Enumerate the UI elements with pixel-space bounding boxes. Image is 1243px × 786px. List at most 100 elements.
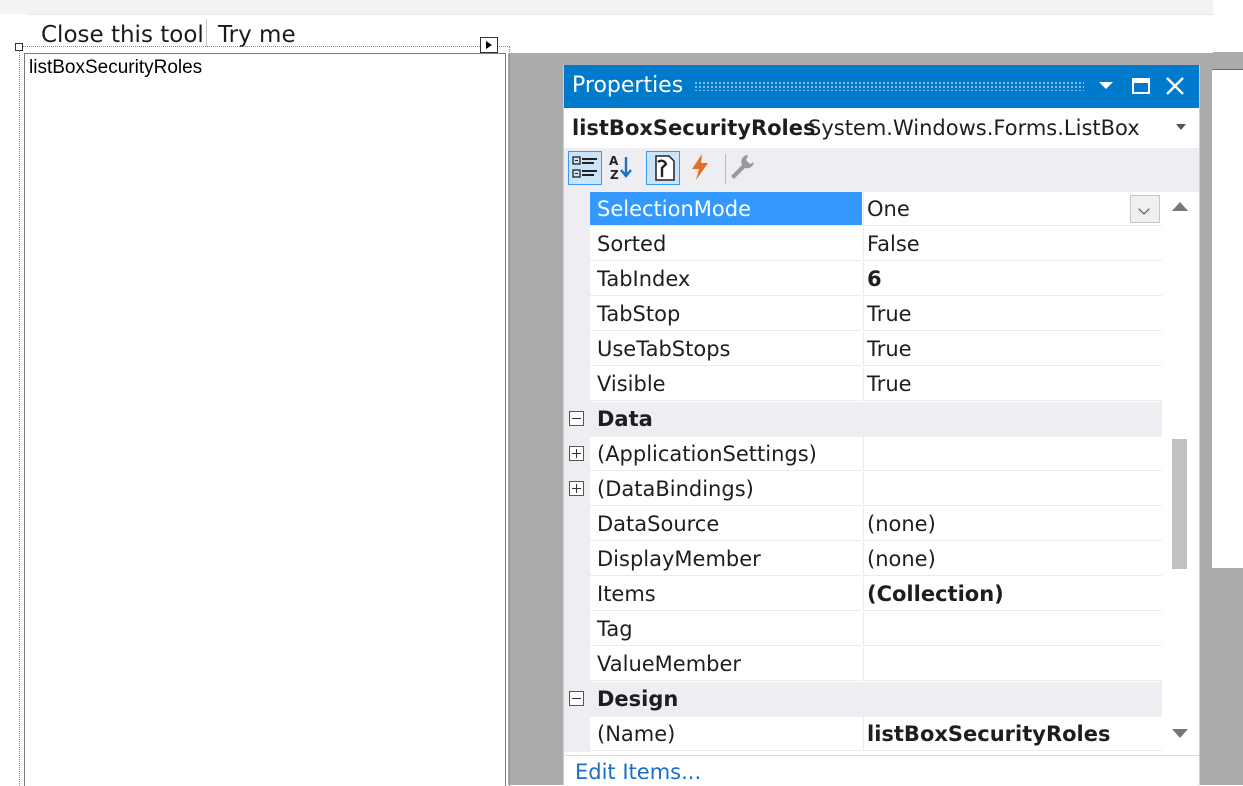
events-icon[interactable] <box>684 151 718 185</box>
property-name[interactable]: Visible <box>590 367 862 401</box>
divider <box>1212 69 1243 70</box>
property-name[interactable]: ValueMember <box>590 647 862 681</box>
property-row-applicationsettings[interactable]: (ApplicationSettings) <box>564 437 1162 472</box>
smart-tag-button[interactable] <box>480 37 498 53</box>
row-gutter <box>564 297 590 332</box>
maximize-icon[interactable] <box>1127 72 1155 100</box>
property-row-databindings[interactable]: (DataBindings) <box>564 472 1162 507</box>
scroll-thumb[interactable] <box>1172 439 1187 569</box>
property-name[interactable]: Items <box>590 577 862 611</box>
row-gutter <box>564 682 590 717</box>
property-row-selectionmode[interactable]: SelectionMode One <box>564 192 1162 227</box>
top-strip <box>0 0 1213 14</box>
svg-text:Z: Z <box>610 168 619 182</box>
row-gutter <box>564 542 590 577</box>
commands-pane: Edit Items... <box>564 755 1199 786</box>
collapse-icon[interactable] <box>569 411 584 426</box>
property-grid-scrollbar[interactable] <box>1168 198 1192 758</box>
property-grid: SelectionMode One Sorted False TabIndex … <box>564 192 1164 752</box>
title-grip <box>694 81 1084 91</box>
form-edge <box>1212 70 1243 568</box>
alphabetical-icon[interactable]: A Z <box>606 151 640 185</box>
row-gutter <box>564 647 590 682</box>
property-value[interactable]: (Collection) <box>863 577 1162 611</box>
property-name[interactable]: TabIndex <box>590 262 862 296</box>
property-pages-icon[interactable] <box>726 151 760 185</box>
object-selector[interactable]: listBoxSecurityRoles System.Windows.Form… <box>564 108 1199 148</box>
row-gutter <box>564 192 590 227</box>
properties-icon[interactable] <box>646 151 680 185</box>
property-value[interactable]: False <box>863 227 1162 261</box>
scroll-up-icon[interactable] <box>1172 202 1188 211</box>
property-value[interactable] <box>863 647 1162 681</box>
properties-toolbar: A Z <box>564 148 1199 192</box>
property-name[interactable]: (DataBindings) <box>590 472 862 506</box>
edit-items-link[interactable]: Edit Items... <box>575 760 701 784</box>
property-name[interactable]: TabStop <box>590 297 862 331</box>
property-value[interactable]: One <box>863 192 1162 226</box>
category-label: Design <box>590 682 1162 717</box>
row-gutter <box>564 437 590 472</box>
property-value[interactable]: True <box>863 332 1162 366</box>
expand-icon[interactable] <box>569 481 584 496</box>
category-label: Data <box>590 402 1162 437</box>
property-row-usetabstops[interactable]: UseTabStops True <box>564 332 1162 367</box>
property-value[interactable]: 6 <box>863 262 1162 296</box>
collapse-icon[interactable] <box>569 691 584 706</box>
property-row-name[interactable]: (Name) listBoxSecurityRoles <box>564 717 1162 752</box>
chevron-down-icon[interactable] <box>1176 124 1186 130</box>
property-row-items[interactable]: Items (Collection) <box>564 577 1162 612</box>
property-name[interactable]: Tag <box>590 612 862 646</box>
category-data[interactable]: Data <box>564 402 1162 437</box>
property-name[interactable]: SelectionMode <box>590 192 862 226</box>
svg-text:A: A <box>609 154 619 168</box>
object-name: listBoxSecurityRoles <box>572 116 816 140</box>
property-value[interactable]: (none) <box>863 507 1162 541</box>
row-gutter <box>564 472 590 507</box>
property-name[interactable]: DisplayMember <box>590 542 862 576</box>
property-row-tag[interactable]: Tag <box>564 612 1162 647</box>
try-me-button[interactable]: Try me <box>218 21 296 49</box>
row-gutter <box>564 612 590 647</box>
property-name[interactable]: Sorted <box>590 227 862 261</box>
property-row-sorted[interactable]: Sorted False <box>564 227 1162 262</box>
property-value[interactable] <box>863 612 1162 646</box>
property-name[interactable]: UseTabStops <box>590 332 862 366</box>
row-gutter <box>564 577 590 612</box>
categorized-icon[interactable] <box>568 151 602 185</box>
close-tool-button[interactable]: Close this tool <box>41 21 204 49</box>
toolstrip-separator <box>206 19 207 47</box>
property-row-valuemember[interactable]: ValueMember <box>564 647 1162 682</box>
property-row-tabindex[interactable]: TabIndex 6 <box>564 262 1162 297</box>
property-value[interactable]: (none) <box>863 542 1162 576</box>
resize-handle[interactable] <box>15 43 23 51</box>
dropdown-arrow-icon[interactable] <box>1092 72 1120 100</box>
close-icon[interactable] <box>1161 72 1189 100</box>
property-name[interactable]: DataSource <box>590 507 862 541</box>
row-gutter <box>564 367 590 402</box>
property-name[interactable]: (ApplicationSettings) <box>590 437 862 471</box>
category-design[interactable]: Design <box>564 682 1162 717</box>
expand-icon[interactable] <box>569 446 584 461</box>
property-value[interactable]: listBoxSecurityRoles <box>863 717 1162 751</box>
chevron-down-icon[interactable] <box>1130 195 1160 223</box>
property-row-tabstop[interactable]: TabStop True <box>564 297 1162 332</box>
row-gutter <box>564 262 590 297</box>
row-gutter <box>564 332 590 367</box>
row-gutter <box>564 507 590 542</box>
property-row-visible[interactable]: Visible True <box>564 367 1162 402</box>
property-row-displaymember[interactable]: DisplayMember (none) <box>564 542 1162 577</box>
listbox-security-roles[interactable]: listBoxSecurityRoles <box>24 53 506 786</box>
row-gutter <box>564 717 590 752</box>
property-value[interactable] <box>863 472 1162 506</box>
properties-title-bar[interactable]: Properties <box>564 65 1199 108</box>
properties-window: Properties listBoxSecurityRoles System.W… <box>563 65 1200 786</box>
property-name[interactable]: (Name) <box>590 717 862 751</box>
property-value[interactable]: True <box>863 367 1162 401</box>
property-value[interactable] <box>863 437 1162 471</box>
row-gutter <box>564 402 590 437</box>
scroll-down-icon[interactable] <box>1172 729 1188 738</box>
property-row-datasource[interactable]: DataSource (none) <box>564 507 1162 542</box>
properties-title: Properties <box>572 73 684 98</box>
property-value[interactable]: True <box>863 297 1162 331</box>
